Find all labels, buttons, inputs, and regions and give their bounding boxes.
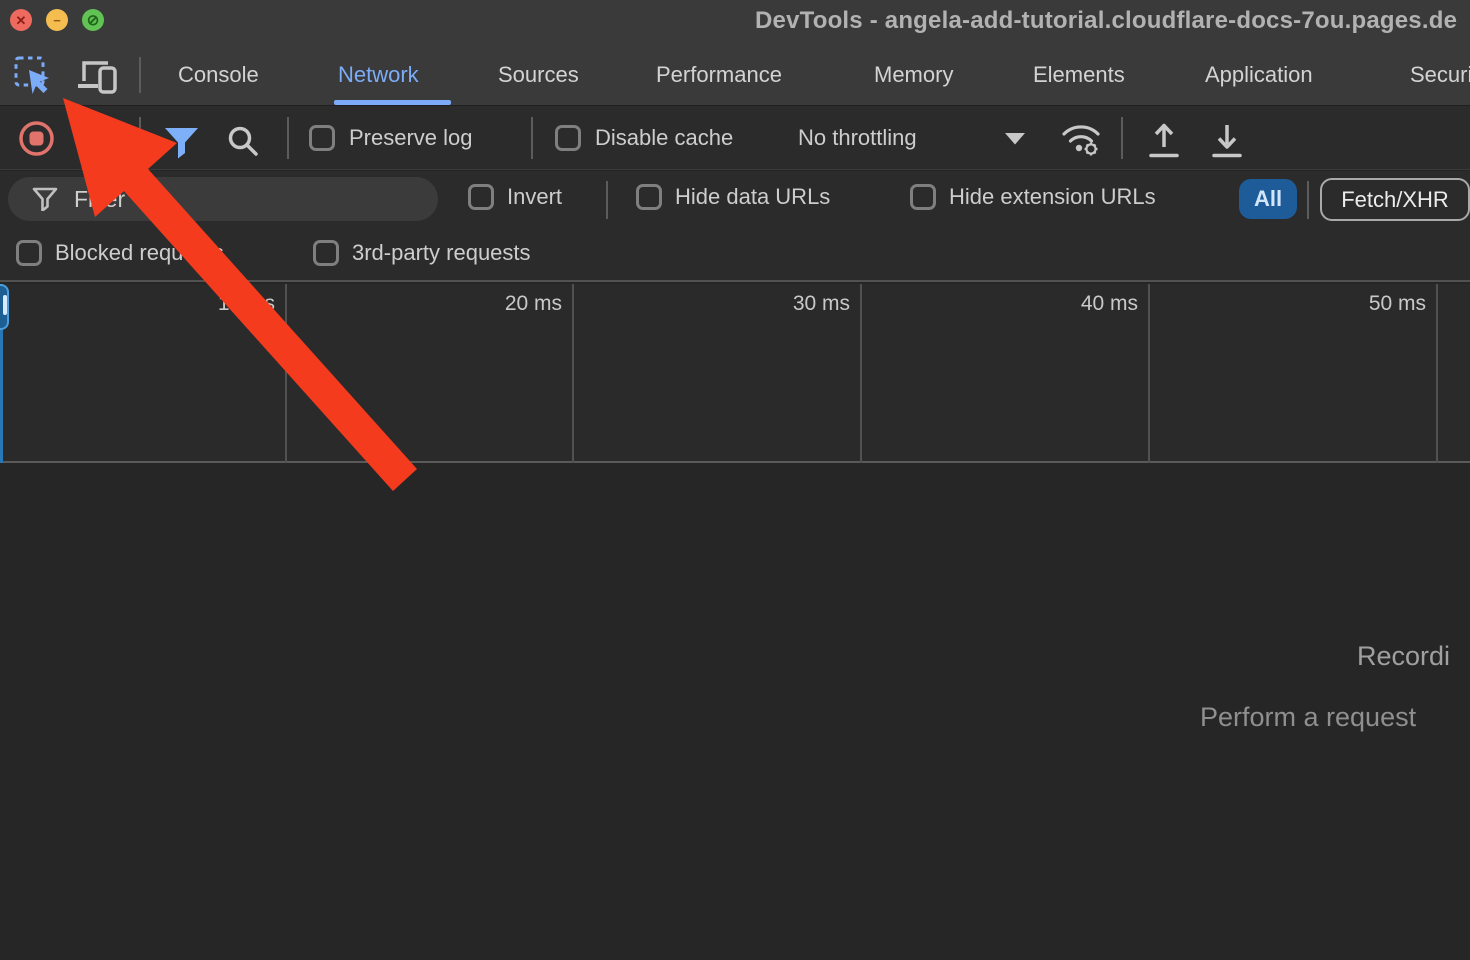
network-conditions-button[interactable] (1059, 121, 1103, 157)
preserve-log-checkbox[interactable] (309, 125, 335, 151)
inspect-cursor-icon (13, 55, 53, 95)
timeline-column: 10 ms (0, 284, 287, 463)
tab-console[interactable]: Console (178, 44, 259, 105)
titlebar: ✕ − ⊘ DevTools - angela-add-tutorial.clo… (0, 0, 1470, 44)
requests-panel: Recordi Perform a request (0, 465, 1470, 960)
tab-elements[interactable]: Elements (1033, 44, 1125, 105)
timeline-column: 40 ms (862, 284, 1150, 463)
device-toolbar-icon (76, 55, 118, 95)
network-options-bar: Blocked requests 3rd-party requests (0, 228, 1470, 282)
export-har-button[interactable] (1209, 121, 1245, 159)
divider (531, 117, 533, 159)
filter-fetch-xhr-button[interactable]: Fetch/XHR (1320, 178, 1470, 221)
divider (139, 57, 141, 93)
empty-state-recording-text: Recordi (1357, 641, 1450, 672)
record-network-log-button[interactable] (18, 120, 55, 157)
empty-state-hint-text: Perform a request (1200, 702, 1416, 733)
network-overview-timeline[interactable]: 10 ms 20 ms 30 ms 40 ms 50 ms (0, 284, 1470, 463)
disable-cache-checkbox[interactable] (555, 125, 581, 151)
chevron-down-icon (1004, 132, 1026, 145)
divider (1307, 181, 1309, 219)
invert-checkbox[interactable] (468, 184, 494, 210)
network-filter-bar: Invert Hide data URLs Hide extension URL… (0, 171, 1470, 228)
window-title: DevTools - angela-add-tutorial.cloudflar… (755, 7, 1457, 35)
hide-data-urls-checkbox[interactable] (636, 184, 662, 210)
filter-funnel-icon (163, 126, 200, 159)
active-tab-indicator (334, 100, 451, 105)
tab-application[interactable]: Application (1205, 44, 1313, 105)
filter-input-container[interactable] (8, 177, 438, 221)
third-party-requests-label[interactable]: 3rd-party requests (352, 240, 531, 266)
network-conditions-icon (1059, 121, 1103, 157)
divider (287, 117, 289, 159)
filter-input[interactable] (74, 186, 404, 213)
filter-toggle-button[interactable] (163, 126, 200, 159)
device-toolbar-button[interactable] (76, 54, 118, 96)
hide-data-urls-option[interactable]: Hide data URLs (636, 184, 830, 210)
throttling-dropdown[interactable]: No throttling (798, 106, 917, 170)
devtools-tabbar: Console Network Sources Performance Memo… (0, 44, 1470, 106)
preserve-log-option[interactable]: Preserve log (309, 125, 473, 151)
clear-icon (76, 122, 108, 154)
search-button[interactable] (226, 124, 260, 158)
overview-drag-handle-mark (3, 295, 7, 315)
third-party-requests-checkbox[interactable] (313, 240, 339, 266)
throttling-dropdown-caret[interactable] (1004, 132, 1026, 145)
disable-cache-option[interactable]: Disable cache (555, 125, 733, 151)
tab-security[interactable]: Security (1410, 44, 1470, 105)
network-toolbar: Preserve log Disable cache No throttling (0, 106, 1470, 170)
filter-all-button[interactable]: All (1239, 179, 1297, 219)
import-har-button[interactable] (1146, 121, 1182, 159)
hide-extension-urls-label[interactable]: Hide extension URLs (949, 184, 1156, 210)
timeline-column: 30 ms (574, 284, 862, 463)
export-har-icon (1209, 121, 1245, 159)
hide-data-urls-label[interactable]: Hide data URLs (675, 184, 830, 210)
blocked-requests-checkbox[interactable] (16, 240, 42, 266)
tab-network[interactable]: Network (338, 44, 419, 105)
tab-performance[interactable]: Performance (656, 44, 782, 105)
hide-extension-urls-checkbox[interactable] (910, 184, 936, 210)
blocked-requests-label[interactable]: Blocked requests (55, 240, 224, 266)
overview-drag-handle[interactable] (0, 284, 9, 330)
divider (139, 117, 141, 159)
timeline-column: 20 ms (287, 284, 574, 463)
preserve-log-label[interactable]: Preserve log (349, 125, 473, 151)
filter-funnel-small-icon (32, 187, 58, 211)
clear-network-log-button[interactable] (76, 122, 108, 154)
blocked-requests-option[interactable]: Blocked requests (16, 240, 224, 266)
invert-label[interactable]: Invert (507, 184, 562, 210)
timeline-column: 50 ms (1150, 284, 1438, 463)
divider (1121, 117, 1123, 159)
divider (606, 181, 608, 219)
tab-sources[interactable]: Sources (498, 44, 579, 105)
inspect-element-button[interactable] (12, 54, 54, 96)
minimize-window-button[interactable]: − (46, 9, 68, 31)
import-har-icon (1146, 121, 1182, 159)
throttling-value: No throttling (798, 125, 917, 151)
devtools-window: ✕ − ⊘ DevTools - angela-add-tutorial.clo… (0, 0, 1470, 960)
tab-memory[interactable]: Memory (874, 44, 953, 105)
close-window-button[interactable]: ✕ (10, 9, 32, 31)
search-icon (226, 124, 260, 158)
invert-option[interactable]: Invert (468, 184, 562, 210)
record-stop-icon (18, 120, 55, 157)
overview-window-edge (0, 330, 3, 463)
disable-cache-label[interactable]: Disable cache (595, 125, 733, 151)
hide-extension-urls-option[interactable]: Hide extension URLs (910, 184, 1156, 210)
third-party-requests-option[interactable]: 3rd-party requests (313, 240, 531, 266)
window-controls: ✕ − ⊘ (10, 9, 104, 31)
zoom-window-button[interactable]: ⊘ (82, 9, 104, 31)
